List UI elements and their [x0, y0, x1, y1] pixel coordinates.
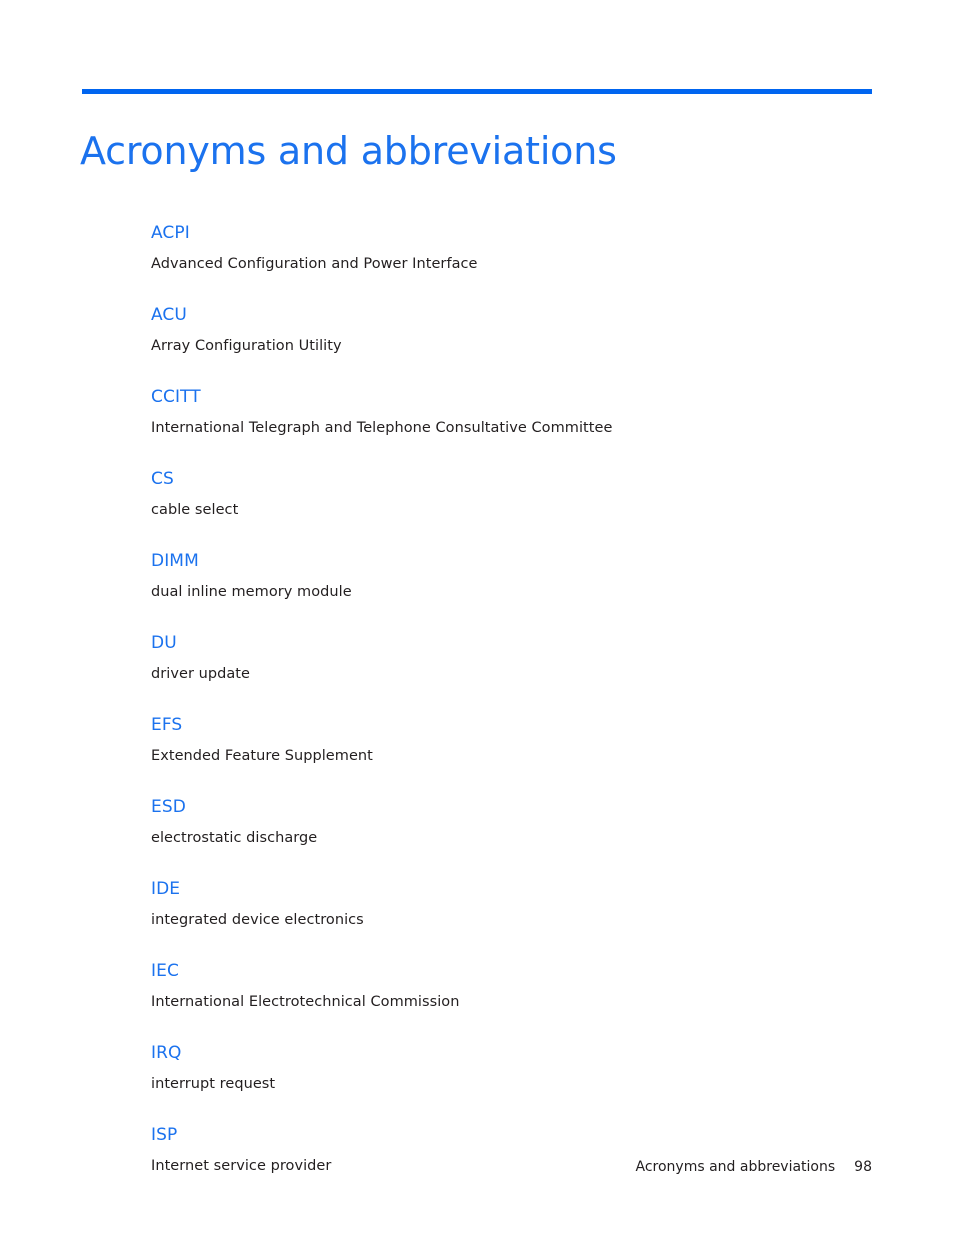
page-title: Acronyms and abbreviations — [80, 129, 617, 174]
glossary-entry: ACPI Advanced Configuration and Power Int… — [151, 222, 851, 274]
glossary-entry: DU driver update — [151, 632, 851, 684]
glossary-term: ISP — [151, 1125, 178, 1145]
page-footer: Acronyms and abbreviations 98 — [0, 1157, 872, 1177]
glossary-term: ESD — [151, 797, 186, 817]
footer-chapter-label: Acronyms and abbreviations — [635, 1159, 836, 1175]
footer-page-number: 98 — [854, 1159, 872, 1175]
glossary-entry: IRQ interrupt request — [151, 1042, 851, 1094]
glossary-term: CCITT — [151, 387, 201, 407]
glossary-definition: driver update — [151, 666, 251, 682]
glossary-definition: cable select — [151, 502, 239, 518]
title-divider-rule — [82, 89, 872, 94]
glossary-definition: International Telegraph and Telephone Co… — [151, 420, 613, 436]
glossary-term: CS — [151, 469, 174, 489]
glossary-definition: International Electrotechnical Commissio… — [151, 994, 460, 1010]
glossary-definition: interrupt request — [151, 1076, 276, 1092]
glossary-definition: Advanced Configuration and Power Interfa… — [151, 256, 478, 272]
document-page: Acronyms and abbreviations ACPI Advanced … — [0, 0, 954, 1235]
glossary-term: DU — [151, 633, 177, 653]
glossary-term: ACPI — [151, 223, 190, 243]
glossary-term: DIMM — [151, 551, 199, 571]
glossary-term: ACU — [151, 305, 187, 325]
glossary-definition: Array Configuration Utility — [151, 338, 342, 354]
glossary-definition: dual inline memory module — [151, 584, 352, 600]
glossary-term: EFS — [151, 715, 183, 735]
glossary-entry: ESD electrostatic discharge — [151, 796, 851, 848]
glossary-term: IDE — [151, 879, 181, 899]
glossary-entry: IEC International Electrotechnical Commis… — [151, 960, 851, 1012]
glossary-entry: DIMM dual inline memory module — [151, 550, 851, 602]
glossary-entry: ACU Array Configuration Utility — [151, 304, 851, 356]
glossary-term: IEC — [151, 961, 179, 981]
glossary-definition: integrated device electronics — [151, 912, 364, 928]
glossary-entry: CCITT International Telegraph and Telepho… — [151, 386, 851, 438]
glossary-term: IRQ — [151, 1043, 182, 1063]
glossary-definition: electrostatic discharge — [151, 830, 318, 846]
glossary-entry: EFS Extended Feature Supplement — [151, 714, 851, 766]
glossary-list: ACPI Advanced Configuration and Power Int… — [151, 222, 851, 1176]
glossary-definition: Extended Feature Supplement — [151, 748, 373, 764]
glossary-entry: CS cable select — [151, 468, 851, 520]
glossary-entry: IDE integrated device electronics — [151, 878, 851, 930]
